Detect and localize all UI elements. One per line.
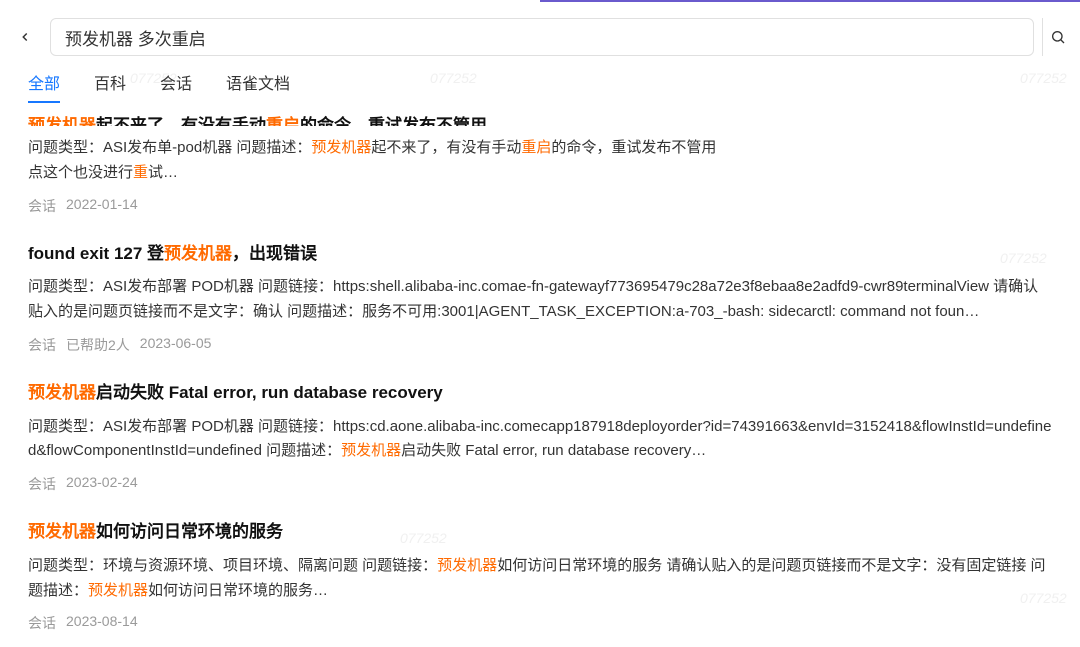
back-button[interactable] [14,26,36,48]
result-date: 2023-02-24 [66,474,138,494]
search-result-item[interactable]: found exit 127 登预发机器，出现错误问题类型：ASI发布部署 PO… [28,230,1052,369]
result-type: 会话 [28,335,56,355]
highlight-text: 预发机器 [28,383,96,402]
highlight-text: 预发机器 [164,244,232,263]
result-title[interactable]: found exit 127 登预发机器，出现错误 [28,242,1052,266]
tab-wiki[interactable]: 百科 [94,70,126,102]
result-type: 会话 [28,474,56,494]
search-header [0,0,1080,66]
result-meta: 会话已帮助2人 2023-06-05 [28,335,1052,355]
highlight-text: 预发机器 [437,557,497,574]
highlight-text: 预发机器 [28,522,96,541]
result-date: 2023-08-14 [66,613,138,633]
highlight-text: 重启 [521,139,551,156]
search-result-item[interactable]: 预发机器启动失败 Fatal error, run database recov… [28,369,1052,508]
result-meta: 会话 2023-08-14 [28,613,1052,633]
result-date: 2022-01-14 [66,196,138,216]
result-type: 会话 [28,613,56,633]
results-list: 预发机器起不来了，有没有手动重启的命令，重试发布不管用问题类型：ASI发布单-p… [0,102,1080,647]
tab-session[interactable]: 会话 [160,70,192,102]
highlight-text: 预发机器 [341,442,401,459]
result-title[interactable]: 预发机器如何访问日常环境的服务 [28,520,1052,544]
search-button[interactable] [1042,18,1066,56]
result-description: 问题类型：ASI发布部署 POD机器 问题链接：https:shell.alib… [28,275,1052,325]
tab-yuque[interactable]: 语雀文档 [226,70,290,102]
result-meta: 会话 2023-02-24 [28,474,1052,494]
result-description: 问题类型：环境与资源环境、项目环境、隔离问题 问题链接：预发机器如何访问日常环境… [28,554,1052,604]
result-type: 会话 [28,196,56,216]
result-title[interactable]: 预发机器起不来了，有没有手动重启的命令，重试发布不管用 [28,114,1052,126]
result-help-count: 已帮助2人 [66,335,130,355]
highlight-text: 重启 [266,116,300,126]
highlight-text: 预发机器 [28,116,96,126]
search-input[interactable] [50,18,1034,56]
search-result-item[interactable]: 预发机器起不来了，有没有手动重启的命令，重试发布不管用问题类型：ASI发布单-p… [28,102,1052,230]
result-title[interactable]: 预发机器启动失败 Fatal error, run database recov… [28,381,1052,405]
result-description: 问题类型：ASI发布部署 POD机器 问题链接：https:cd.aone.al… [28,415,1052,465]
search-result-item[interactable]: 预发机器如何访问日常环境的服务问题类型：环境与资源环境、项目环境、隔离问题 问题… [28,508,1052,647]
result-description: 问题类型：ASI发布单-pod机器 问题描述：预发机器起不来了，有没有手动重启的… [28,136,1052,186]
result-date: 2023-06-05 [140,335,212,355]
highlight-text: 重 [133,164,148,181]
highlight-text: 预发机器 [88,582,148,599]
tab-all[interactable]: 全部 [28,70,60,102]
result-meta: 会话 2022-01-14 [28,196,1052,216]
highlight-text: 预发机器 [311,139,371,156]
tabs-bar: 全部 百科 会话 语雀文档 [0,66,1080,102]
